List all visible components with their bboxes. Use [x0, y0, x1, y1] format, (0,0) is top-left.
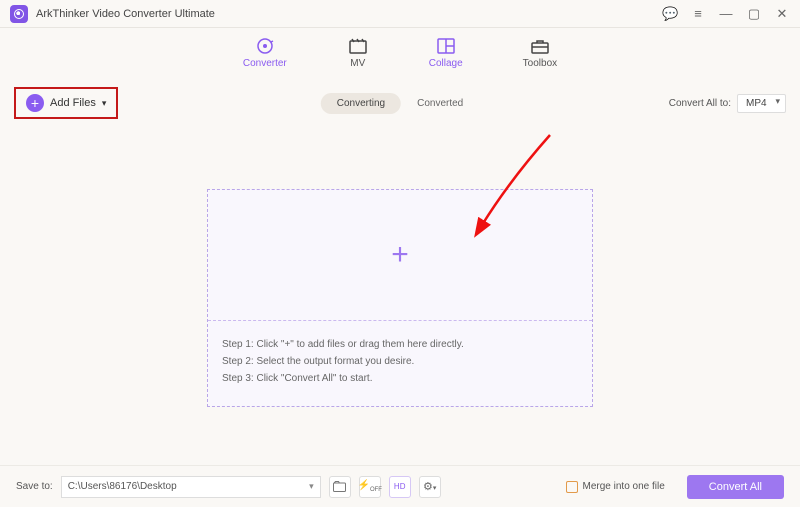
step-3: Step 3: Click "Convert All" to start.	[222, 373, 578, 384]
step-2: Step 2: Select the output format you des…	[222, 356, 578, 367]
titlebar: ArkThinker Video Converter Ultimate 💬 ≡ …	[0, 0, 800, 28]
drop-zone-steps: Step 1: Click "+" to add files or drag t…	[208, 321, 592, 406]
output-format-select[interactable]: MP4	[737, 94, 786, 113]
tab-mv-label: MV	[350, 58, 365, 69]
convert-all-button[interactable]: Convert All	[687, 475, 784, 499]
tab-converter-label: Converter	[243, 58, 287, 69]
actionbar: + Add Files ▾ Converting Converted Conve…	[0, 79, 800, 129]
add-files-button[interactable]: + Add Files ▾	[14, 87, 118, 119]
step-1: Step 1: Click "+" to add files or drag t…	[222, 339, 578, 350]
close-icon[interactable]: ✕	[774, 6, 790, 22]
app-title: ArkThinker Video Converter Ultimate	[36, 8, 662, 20]
folder-icon	[333, 481, 346, 492]
feedback-icon[interactable]: 💬	[662, 6, 678, 22]
chevron-down-icon: ▾	[102, 98, 107, 109]
tab-toolbox[interactable]: Toolbox	[523, 36, 557, 69]
drop-zone[interactable]: + Step 1: Click "+" to add files or drag…	[207, 189, 593, 407]
save-to-label: Save to:	[16, 481, 53, 492]
tab-collage[interactable]: Collage	[429, 36, 463, 69]
convert-all-to-label: Convert All to:	[669, 98, 731, 109]
toolbox-icon	[530, 37, 550, 55]
app-logo-icon	[10, 5, 28, 23]
collage-icon	[436, 37, 456, 55]
add-files-label: Add Files	[50, 97, 96, 109]
tab-toolbox-label: Toolbox	[523, 58, 557, 69]
minimize-icon[interactable]: —	[718, 6, 734, 21]
tab-mv[interactable]: MV	[347, 36, 369, 69]
settings-button[interactable]: ⚙▾	[419, 476, 441, 498]
hd-icon: HD	[394, 482, 406, 491]
save-path-text: C:\Users\86176\Desktop	[68, 481, 177, 492]
tab-converter[interactable]: Converter	[243, 36, 287, 69]
checkbox-icon	[566, 481, 578, 493]
main-tabs: Converter MV Collage Toolbox	[0, 28, 800, 79]
mv-icon	[348, 37, 368, 55]
merge-checkbox[interactable]: Merge into one file	[566, 481, 665, 493]
lightning-icon: ⚡OFF	[357, 480, 381, 493]
convert-all-to: Convert All to: MP4	[669, 93, 786, 113]
tab-collage-label: Collage	[429, 58, 463, 69]
menu-icon[interactable]: ≡	[690, 6, 706, 21]
maximize-icon[interactable]: ▢	[746, 6, 762, 22]
status-segment: Converting Converted	[321, 93, 480, 114]
segment-converting[interactable]: Converting	[321, 93, 401, 114]
converter-icon	[255, 36, 275, 56]
footer: Save to: C:\Users\86176\Desktop ▾ ⚡OFF H…	[0, 465, 800, 507]
merge-label: Merge into one file	[583, 481, 665, 492]
big-plus-icon: +	[391, 238, 409, 272]
window-controls: 💬 ≡ — ▢ ✕	[662, 6, 790, 22]
save-path-box[interactable]: C:\Users\86176\Desktop ▾	[61, 476, 321, 498]
drop-zone-plus-area[interactable]: +	[208, 190, 592, 320]
gear-icon: ⚙▾	[423, 480, 436, 493]
open-folder-button[interactable]	[329, 476, 351, 498]
chevron-down-icon: ▾	[309, 481, 314, 492]
plus-icon: +	[26, 94, 44, 112]
hw-accel-button[interactable]: ⚡OFF	[359, 476, 381, 498]
hd-button[interactable]: HD	[389, 476, 411, 498]
segment-converted[interactable]: Converted	[401, 93, 479, 114]
